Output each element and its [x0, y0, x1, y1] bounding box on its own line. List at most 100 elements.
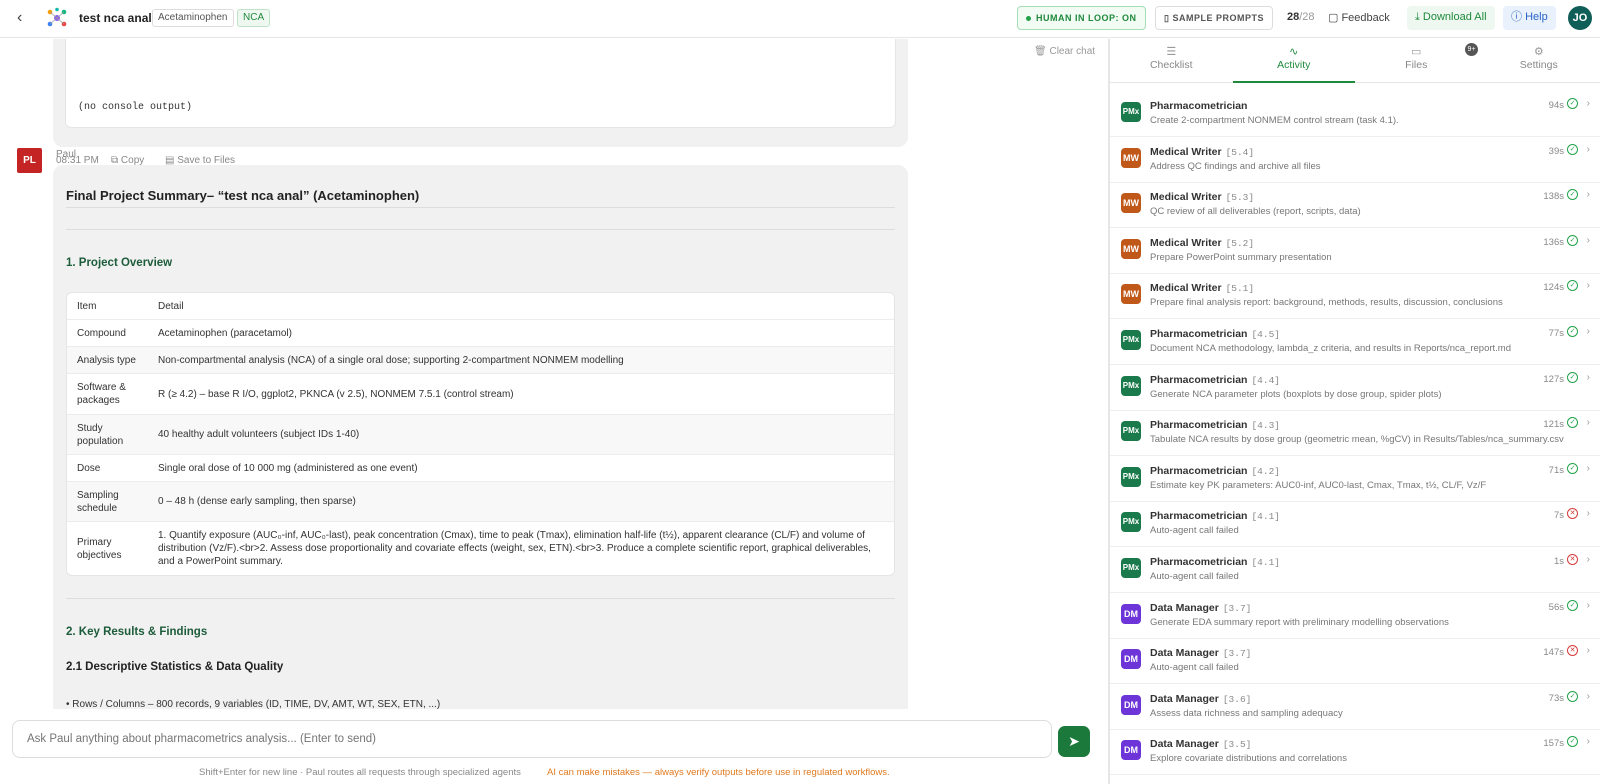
agent-role: Data Manager [3.7]	[1150, 647, 1251, 659]
success-check-icon: ✓	[1567, 690, 1578, 702]
activity-item[interactable]: MW Medical Writer [5.2] Prepare PowerPoint …	[1110, 228, 1600, 274]
chevron-right-icon[interactable]: ›	[1587, 463, 1590, 474]
activity-item[interactable]: PMx Pharmacometrician [4.4] Generate NCA pa…	[1110, 365, 1600, 411]
chevron-right-icon[interactable]: ›	[1587, 417, 1590, 428]
agent-role: Medical Writer [5.3]	[1150, 191, 1254, 203]
sample-prompts-button[interactable]: ▯ SAMPLE PROMPTS	[1155, 6, 1273, 30]
activity-item[interactable]: DM Data Manager [3.7] Auto-agent call faile…	[1110, 638, 1600, 685]
activity-duration: 1s	[1553, 556, 1564, 567]
message-icon: ▢	[1328, 12, 1342, 24]
human-in-loop-toggle[interactable]: HUMAN IN LOOP: ON	[1017, 6, 1146, 30]
activity-item[interactable]: DM Data Manager [3.7] Generate EDA summary …	[1110, 593, 1600, 639]
table-cell-item: Dose	[77, 462, 101, 474]
chevron-right-icon[interactable]: ›	[1587, 235, 1590, 246]
console-output-text: (no console output)	[78, 102, 193, 113]
task-id: [3.7]	[1222, 648, 1252, 660]
tab-files[interactable]: ▭ Files	[1355, 39, 1478, 82]
table-header-row: Item Detail	[67, 293, 894, 319]
activity-duration: 71s	[1548, 464, 1564, 476]
agent-role: Data Manager [3.5]	[1150, 738, 1251, 750]
chevron-right-icon[interactable]: ›	[1587, 508, 1590, 519]
feedback-button[interactable]: ▢ Feedback	[1328, 11, 1390, 24]
chevron-right-icon[interactable]: ›	[1587, 98, 1590, 109]
activity-duration: 136s	[1543, 236, 1564, 248]
agent-avatar: MW	[1121, 193, 1141, 214]
agent-role-label: Pharmacometrician	[1150, 328, 1248, 340]
tab-settings[interactable]: ⚙ Settings	[1478, 39, 1600, 82]
activity-item[interactable]: MW Medical Writer [5.4] Address QC findings…	[1110, 137, 1600, 183]
task-counter-total: /28	[1299, 11, 1315, 23]
back-chevron-icon[interactable]: ‹	[17, 10, 31, 26]
chevron-right-icon[interactable]: ›	[1587, 691, 1590, 702]
agent-role-label: Pharmacometrician	[1150, 556, 1248, 568]
activity-description: Prepare final analysis report: backgroun…	[1150, 297, 1503, 309]
send-button[interactable]: ➤	[1058, 726, 1090, 757]
success-check-icon: ✓	[1567, 417, 1578, 429]
chat-input[interactable]	[13, 721, 1051, 757]
tab-activity[interactable]: ∿ Activity	[1232, 39, 1356, 83]
activity-item[interactable]: PMx Pharmacometrician [4.3] Tabulate NCA re…	[1110, 410, 1600, 457]
chat-input-box[interactable]	[12, 720, 1052, 758]
tab-label: Settings	[1519, 59, 1558, 71]
tab-checklist[interactable]: ☰ Checklist	[1110, 39, 1233, 82]
activity-description: Document NCA methodology, lambda_z crite…	[1150, 343, 1511, 354]
activity-item[interactable]: DM Data Manager [3.6] Assess data richness …	[1110, 684, 1600, 730]
agent-role: Data Manager [3.7]	[1150, 602, 1251, 614]
activity-duration: 77s	[1548, 328, 1564, 339]
chevron-right-icon[interactable]: ›	[1587, 554, 1590, 565]
agent-role-label: Pharmacometrician	[1150, 373, 1248, 386]
chevron-right-icon[interactable]: ›	[1587, 280, 1590, 291]
table-row: Analysis type Non-compartmental analysis…	[67, 346, 894, 373]
help-button[interactable]: ⓘ Help	[1503, 6, 1556, 30]
activity-item[interactable]: PMx Pharmacometrician [4.1] Auto-agent call…	[1110, 547, 1600, 593]
chevron-right-icon[interactable]: ›	[1587, 645, 1590, 656]
project-overview-table: Item Detail Compound Acetaminophen (para…	[66, 292, 895, 576]
activity-description: Auto-agent call failed	[1150, 662, 1239, 674]
agent-role-label: Medical Writer	[1150, 145, 1222, 158]
activity-item[interactable]: PMx Pharmacometrician Create 2-compartment…	[1110, 91, 1600, 137]
chevron-right-icon[interactable]: ›	[1587, 189, 1590, 200]
agent-avatar: PMx	[1121, 558, 1141, 578]
activity-item[interactable]: DM Data Manager [3.5] Explore covariate dis…	[1110, 729, 1600, 776]
error-icon: ✕	[1567, 645, 1578, 657]
divider	[66, 207, 895, 208]
agent-role: Data Manager [3.6]	[1150, 693, 1251, 705]
activity-item[interactable]: PMx Pharmacometrician [4.1] Auto-agent call…	[1110, 501, 1600, 548]
activity-item[interactable]: MW Medical Writer [5.3] QC review of all de…	[1110, 182, 1600, 229]
agent-role-label: Medical Writer	[1150, 191, 1222, 204]
activity-item[interactable]: PMx Pharmacometrician [4.2] Estimate key PK…	[1110, 456, 1600, 502]
table-cell-item: Analysis type	[77, 354, 136, 366]
chevron-right-icon[interactable]: ›	[1587, 600, 1590, 611]
chevron-right-icon[interactable]: ›	[1587, 372, 1590, 383]
gear-icon: ⚙	[1533, 46, 1544, 58]
activity-duration: 157s	[1543, 738, 1564, 750]
activity-item[interactable]: PMx Pharmacometrician [4.5] Document NCA me…	[1110, 319, 1600, 365]
download-all-label: Download All	[1422, 11, 1487, 23]
table-row: Compound Acetaminophen (paracetamol)	[67, 319, 894, 346]
activity-duration: 7s	[1553, 510, 1564, 522]
user-avatar[interactable]: JO	[1568, 6, 1592, 30]
agent-role-label: Pharmacometrician	[1150, 464, 1248, 477]
chevron-right-icon[interactable]: ›	[1587, 144, 1590, 155]
activity-item[interactable]: MW Medical Writer [5.1] Prepare final analy…	[1110, 273, 1600, 320]
table-row: Primary objectives 1. Quantify exposure …	[67, 521, 894, 575]
download-icon: ⤓	[1415, 11, 1423, 23]
agent-avatar: PMx	[1121, 330, 1141, 350]
success-check-icon: ✓	[1567, 234, 1578, 246]
activity-description: Estimate key PK parameters: AUC0-inf, AU…	[1150, 479, 1487, 491]
table-row: Dose Single oral dose of 10 000 mg (admi…	[67, 454, 894, 481]
task-id: [3.7]	[1222, 602, 1252, 614]
agent-role-label: Data Manager	[1150, 692, 1219, 705]
divider	[66, 229, 895, 230]
chevron-right-icon[interactable]: ›	[1587, 326, 1590, 337]
agent-role-label: Data Manager	[1150, 601, 1219, 614]
human-in-loop-label: HUMAN IN LOOP: ON	[1036, 13, 1137, 23]
chevron-right-icon[interactable]: ›	[1587, 736, 1590, 747]
download-all-button[interactable]: ⤓ Download All	[1407, 6, 1495, 30]
success-check-icon: ✓	[1567, 371, 1578, 383]
activity-description: Tabulate NCA results by dose group (geom…	[1150, 434, 1564, 446]
agent-avatar: PMx	[1121, 375, 1141, 396]
sender-avatar: PL	[17, 148, 42, 173]
clear-chat-button[interactable]: 🗑 Clear chat	[1034, 46, 1095, 57]
files-count-badge: 9+	[1465, 43, 1478, 56]
